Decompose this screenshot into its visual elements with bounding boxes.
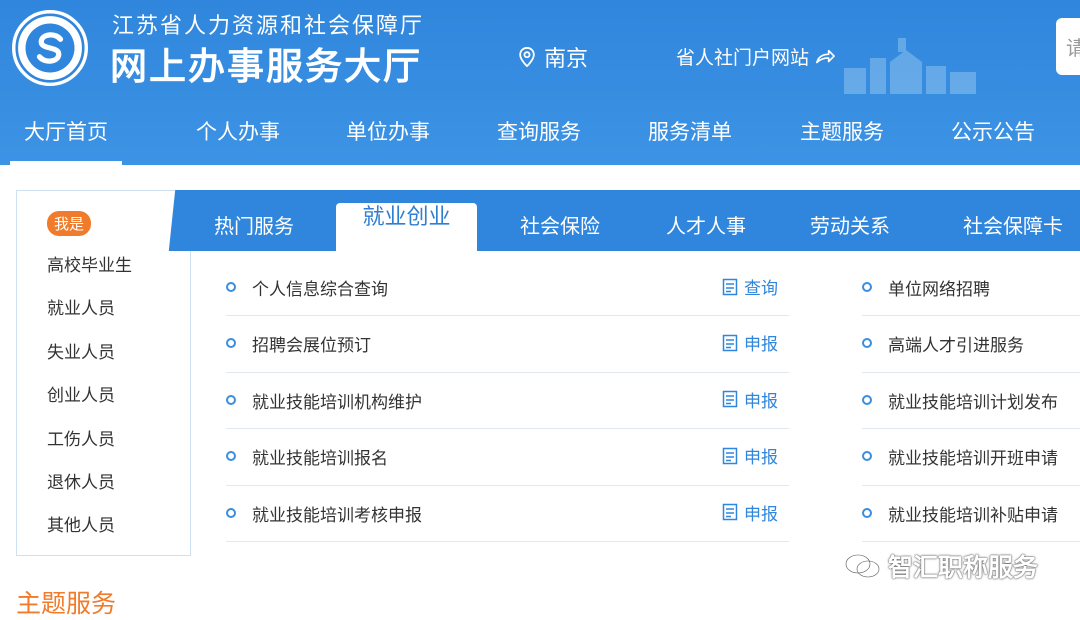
- bullet-icon: [226, 451, 236, 462]
- tab-social-insurance[interactable]: 社会保险: [504, 190, 616, 251]
- role-item-other[interactable]: 其他人员: [47, 509, 132, 552]
- location-selector[interactable]: 南京: [518, 41, 588, 73]
- service-name[interactable]: 就业技能培训机构维护: [252, 388, 422, 413]
- service-action-label: 申报: [744, 448, 778, 469]
- service-name[interactable]: 就业技能培训考核申报: [252, 501, 422, 526]
- location-label: 南京: [544, 47, 589, 72]
- service-name[interactable]: 就业技能培训开班申请: [888, 444, 1058, 469]
- role-item-entrepreneur[interactable]: 创业人员: [47, 379, 132, 422]
- nav-announcements[interactable]: 公示公告: [937, 100, 1049, 165]
- nav-theme-services[interactable]: 主题服务: [786, 100, 898, 165]
- service-action-button[interactable]: 申报: [722, 387, 778, 412]
- bullet-icon: [862, 338, 872, 349]
- service-hall-title: 网上办事服务大厅: [110, 45, 422, 88]
- nav-home[interactable]: 大厅首页: [10, 100, 122, 165]
- nav-service-list[interactable]: 服务清单: [634, 100, 746, 165]
- form-doc-icon: [722, 503, 738, 521]
- role-list: 高校毕业生 就业人员 失业人员 创业人员 工伤人员 退休人员 其他人员: [47, 249, 132, 553]
- tab-hot-services[interactable]: 热门服务: [198, 190, 310, 251]
- service-list-right: 单位网络招聘 高端人才引进服务 就业技能培训计划发布 就业技能培训开班申请 就业…: [862, 260, 1080, 542]
- form-doc-icon: [722, 278, 738, 295]
- service-name[interactable]: 单位网络招聘: [888, 275, 990, 300]
- service-name[interactable]: 就业技能培训补贴申请: [888, 501, 1058, 526]
- service-action-button[interactable]: 申报: [722, 443, 778, 468]
- portal-website-link[interactable]: 省人社门户网站: [676, 43, 835, 70]
- nav-personal-affairs[interactable]: 个人办事: [182, 100, 294, 165]
- service-name[interactable]: 就业技能培训报名: [252, 444, 388, 469]
- service-row[interactable]: 高端人才引进服务: [862, 316, 1080, 373]
- role-selector-panel: 我是 高校毕业生 就业人员 失业人员 创业人员 工伤人员 退休人员 其他人员: [16, 190, 191, 556]
- bullet-icon: [862, 507, 872, 518]
- site-header: 江苏省人力资源和社会保障厅 网上办事服务大厅 南京 省人社门户网站 请 大厅首页…: [0, 0, 1080, 165]
- portal-link-label: 省人社门户网站: [676, 47, 810, 69]
- service-row[interactable]: 招聘会展位预订 申报: [226, 316, 789, 373]
- service-action-button[interactable]: 查询: [722, 274, 778, 299]
- service-row[interactable]: 就业技能培训开班申请: [862, 429, 1080, 486]
- bullet-icon: [226, 394, 236, 405]
- tab-talent-personnel[interactable]: 人才人事: [650, 190, 762, 251]
- bullet-icon: [862, 394, 872, 405]
- watermark: 智汇职称服务: [844, 548, 1038, 584]
- theme-services-heading: 主题服务: [16, 589, 117, 618]
- wechat-icon: [844, 553, 881, 579]
- role-item-unemployed[interactable]: 失业人员: [47, 336, 132, 379]
- service-list-left: 个人信息综合查询 查询 招聘会展位预订 申报 就业技能培训机构维护 申报 就业技…: [226, 260, 789, 542]
- bullet-icon: [226, 507, 236, 518]
- share-arrow-icon: [816, 49, 835, 63]
- watermark-text: 智汇职称服务: [888, 553, 1039, 582]
- role-item-employed[interactable]: 就业人员: [47, 292, 132, 335]
- nav-query-services[interactable]: 查询服务: [483, 100, 595, 165]
- service-action-label: 申报: [744, 335, 778, 356]
- service-row[interactable]: 就业技能培训机构维护 申报: [226, 373, 789, 430]
- service-action-label: 申报: [744, 391, 778, 412]
- tab-labor-relations[interactable]: 劳动关系: [794, 190, 906, 251]
- nav-unit-affairs[interactable]: 单位办事: [332, 100, 444, 165]
- service-name[interactable]: 就业技能培训计划发布: [888, 388, 1058, 413]
- service-action-button[interactable]: 申报: [722, 330, 778, 355]
- service-name[interactable]: 高端人才引进服务: [888, 331, 1024, 356]
- form-doc-icon: [722, 391, 738, 408]
- service-action-label: 申报: [744, 504, 778, 525]
- role-item-work-injury[interactable]: 工伤人员: [47, 423, 132, 466]
- service-name[interactable]: 招聘会展位预订: [252, 331, 371, 356]
- search-placeholder: 请: [1066, 36, 1080, 60]
- department-logo[interactable]: [12, 10, 88, 86]
- main-navigation: 大厅首页 个人办事 单位办事 查询服务 服务清单 主题服务 公示公告: [0, 100, 1080, 165]
- service-action-button[interactable]: 申报: [722, 500, 778, 525]
- service-row[interactable]: 个人信息综合查询 查询: [226, 260, 789, 317]
- service-row[interactable]: 就业技能培训考核申报 申报: [226, 486, 789, 542]
- tab-social-security-card[interactable]: 社会保障卡: [948, 190, 1078, 251]
- search-input[interactable]: 请: [1056, 18, 1080, 75]
- bullet-icon: [862, 451, 872, 462]
- service-row[interactable]: 就业技能培训补贴申请: [862, 486, 1080, 542]
- logo-emblem-icon: [15, 13, 85, 83]
- role-item-graduate[interactable]: 高校毕业生: [47, 249, 132, 292]
- form-doc-icon: [722, 447, 738, 464]
- tab-employment[interactable]: 就业创业: [336, 203, 477, 251]
- location-pin-icon: [519, 47, 535, 67]
- city-skyline-illustration: [844, 38, 976, 94]
- role-item-retired[interactable]: 退休人员: [47, 466, 132, 509]
- form-doc-icon: [722, 334, 738, 352]
- bullet-icon: [226, 282, 236, 292]
- service-row[interactable]: 就业技能培训报名 申报: [226, 429, 789, 486]
- role-badge: 我是: [47, 211, 92, 236]
- category-tab-bar: 热门服务 就业创业 社会保险 人才人事 劳动关系 社会保障卡: [180, 190, 1080, 251]
- bullet-icon: [226, 338, 236, 349]
- service-row[interactable]: 单位网络招聘: [862, 260, 1080, 317]
- service-row[interactable]: 就业技能培训计划发布: [862, 373, 1080, 430]
- bullet-icon: [862, 282, 872, 292]
- service-name[interactable]: 个人信息综合查询: [252, 275, 388, 300]
- service-action-label: 查询: [744, 279, 778, 299]
